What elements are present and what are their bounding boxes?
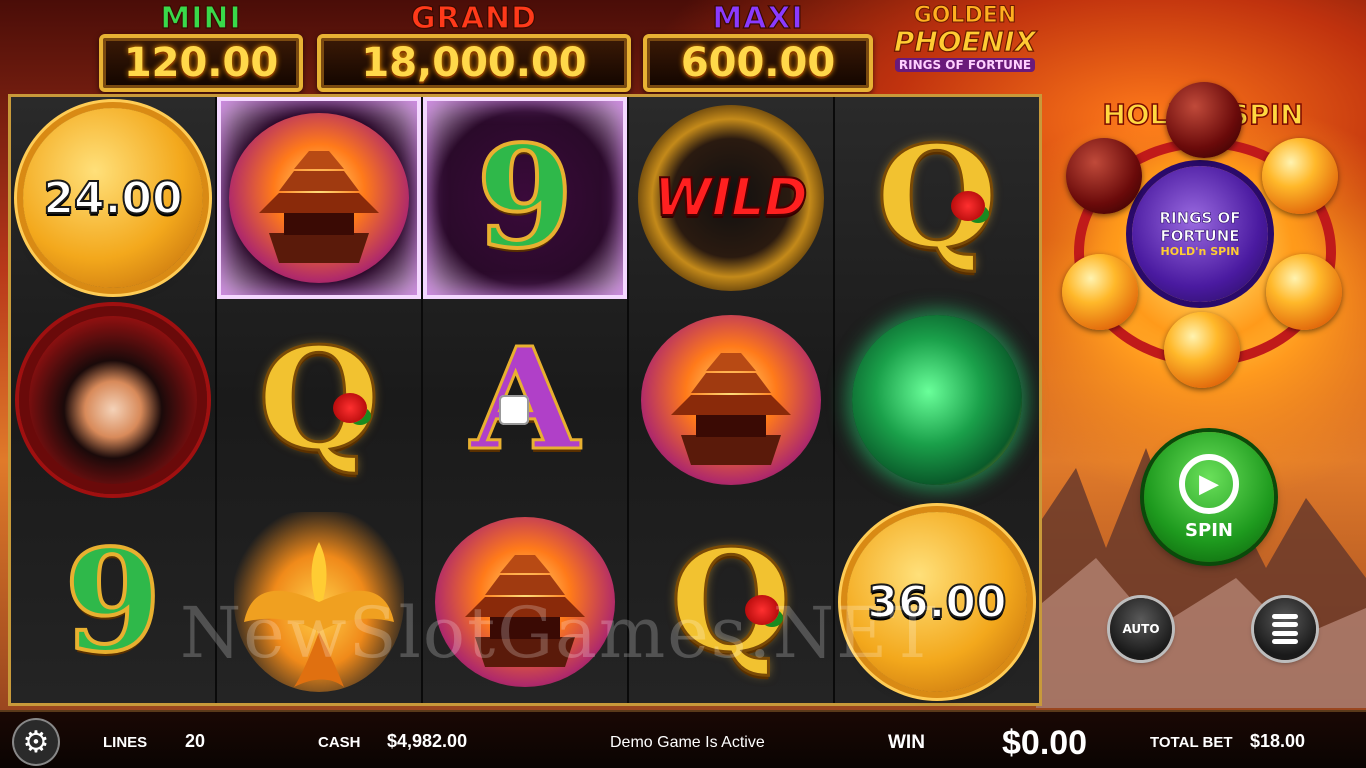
play-icon: ▶	[1179, 453, 1239, 514]
jackpot-grand-value: 18,000.00	[361, 40, 587, 86]
spin-label: SPIN	[1185, 519, 1233, 541]
reel-cell	[11, 299, 215, 501]
jackpot-mini: MINI 120.00	[96, 1, 306, 92]
orb-icon	[1164, 312, 1240, 388]
jackpot-grand-label: GRAND	[410, 1, 537, 36]
rose-icon	[333, 393, 367, 423]
rings-of-fortune-badge: RINGS OF FORTUNE HOLD'n SPIN	[1132, 166, 1268, 302]
logo-line2: PHOENIX	[893, 25, 1037, 58]
cash-label: CASH	[318, 734, 361, 751]
cash-value: $4,982.00	[387, 731, 468, 751]
settings-gear-icon[interactable]: ⚙	[14, 720, 58, 764]
lines-label: LINES	[103, 734, 148, 751]
jackpot-mini-box: 120.00	[99, 34, 303, 92]
temple-icon	[229, 113, 409, 283]
reel-cell	[629, 299, 833, 501]
nine-symbol: 9	[62, 520, 163, 684]
empress-portrait-icon	[19, 306, 207, 494]
orb-icon	[1166, 82, 1242, 158]
temple-icon	[641, 315, 821, 485]
orb-icon	[1066, 138, 1142, 214]
reel-cell: A	[423, 299, 627, 501]
badge-line2: FORTUNE	[1160, 227, 1240, 246]
badge-line1: RINGS OF	[1159, 209, 1241, 228]
reel-cell: Q	[217, 299, 421, 501]
spin-button[interactable]: ▶ SPIN	[1144, 432, 1274, 562]
watermark: NewSlotGames.NET	[180, 600, 938, 666]
coin-value: 24.00	[42, 172, 183, 225]
reel-cell: WILD	[629, 97, 833, 299]
gold-coin-icon: 24.00	[23, 108, 203, 288]
temple-drawing	[259, 151, 379, 263]
jackpot-grand: GRAND 18,000.00	[316, 1, 632, 92]
jackpot-maxi-label: MAXI	[712, 1, 804, 36]
reel-cell-held: 9	[423, 97, 627, 299]
orb-icon	[1266, 254, 1342, 330]
orb-icon	[1262, 138, 1338, 214]
orb-icon	[1062, 254, 1138, 330]
jade-phoenix-icon	[852, 315, 1022, 485]
wild-text: WILD	[653, 167, 808, 229]
jackpot-maxi-value: 600.00	[680, 40, 836, 86]
game-logo: GOLDEN PHOENIX RINGS OF FORTUNE	[890, 3, 1040, 84]
dice-icon	[499, 395, 529, 425]
jackpot-grand-box: 18,000.00	[317, 34, 631, 92]
temple-drawing	[671, 353, 791, 465]
coin-stack-icon	[1272, 614, 1298, 644]
demo-status: Demo Game Is Active	[610, 734, 765, 751]
jackpot-mini-label: MINI	[160, 1, 242, 36]
reel-cell: 24.00	[11, 97, 215, 299]
jackpot-mini-value: 120.00	[123, 40, 279, 86]
bottom-bar: ⚙ LINES 20 CASH $4,982.00 Demo Game Is A…	[0, 710, 1366, 768]
jackpot-maxi-box: 600.00	[643, 34, 873, 92]
wild-icon: WILD	[638, 105, 824, 291]
nine-symbol: 9	[474, 116, 575, 280]
win-value: $0.00	[1002, 724, 1088, 762]
win-label: WIN	[888, 732, 925, 753]
lines-value: 20	[185, 731, 206, 751]
rose-icon	[951, 191, 985, 221]
jackpot-maxi: MAXI 600.00	[642, 1, 874, 92]
total-bet-label: TOTAL BET	[1150, 734, 1233, 751]
reel-cell-held	[217, 97, 421, 299]
bet-settings-button[interactable]	[1254, 598, 1316, 660]
reel-cell	[835, 299, 1039, 501]
total-bet-value: $18.00	[1250, 731, 1306, 751]
logo-line3: RINGS OF FORTUNE	[894, 58, 1036, 72]
reel-cell: Q	[835, 97, 1039, 299]
badge-line3: HOLD'n SPIN	[1160, 245, 1240, 258]
